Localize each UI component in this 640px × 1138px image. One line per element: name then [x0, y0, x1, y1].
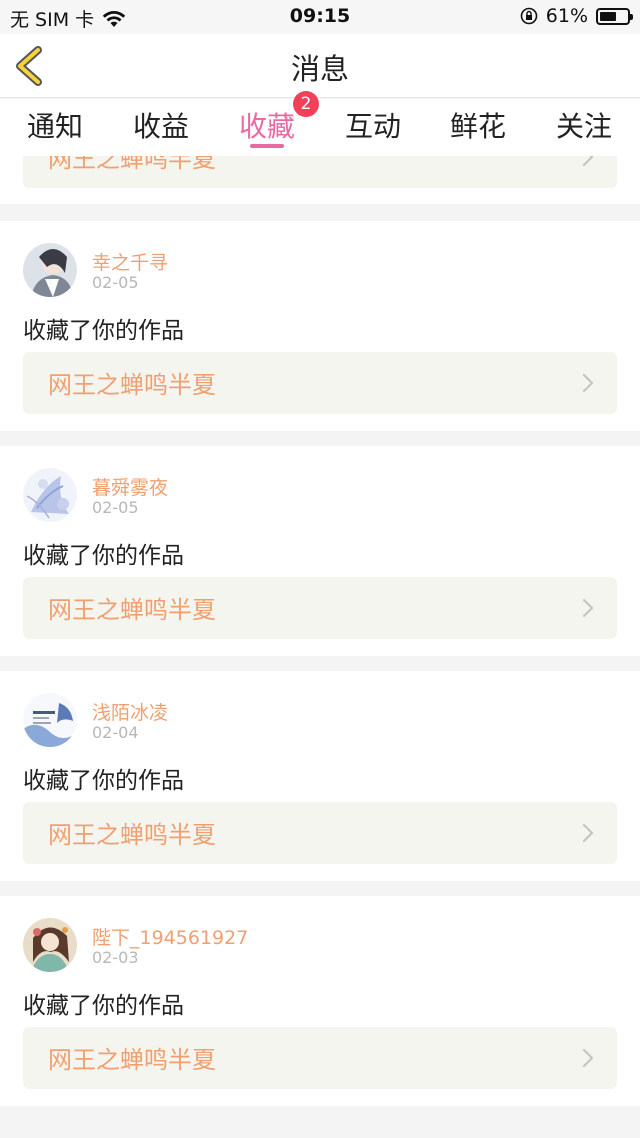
tab-badge: 2 — [293, 91, 319, 117]
chevron-right-icon — [582, 1048, 594, 1068]
battery-level — [600, 11, 616, 21]
list-item: 网王之蝉鸣半夏 — [0, 156, 640, 204]
username[interactable]: 陛下_194561927 — [92, 923, 248, 950]
avatar[interactable] — [23, 693, 77, 747]
chevron-right-icon — [582, 156, 594, 167]
work-title: 网王之蝉鸣半夏 — [48, 156, 216, 173]
username[interactable]: 幸之千寻 — [92, 248, 168, 275]
action-text: 收藏了你的作品 — [23, 993, 184, 1019]
action-text: 收藏了你的作品 — [23, 318, 184, 344]
tab-flowers[interactable]: 鲜花 — [438, 105, 518, 145]
date: 02-05 — [92, 273, 139, 292]
orientation-lock-icon — [520, 7, 538, 25]
tab-follows[interactable]: 关注 — [544, 105, 624, 145]
date: 02-04 — [92, 723, 139, 742]
avatar[interactable] — [23, 243, 77, 297]
work-link[interactable]: 网王之蝉鸣半夏 — [23, 577, 617, 639]
work-link[interactable]: 网王之蝉鸣半夏 — [23, 802, 617, 864]
date: 02-05 — [92, 498, 139, 517]
work-title: 网王之蝉鸣半夏 — [48, 596, 216, 624]
list-item: 陛下_194561927 02-03 收藏了你的作品 网王之蝉鸣半夏 — [0, 896, 640, 1106]
nav-bar: 消息 — [0, 34, 640, 98]
avatar[interactable] — [23, 918, 77, 972]
list-item: 浅陌冰凌 02-04 收藏了你的作品 网王之蝉鸣半夏 — [0, 671, 640, 881]
list-item: 幸之千寻 02-05 收藏了你的作品 网王之蝉鸣半夏 — [0, 221, 640, 431]
action-text: 收藏了你的作品 — [23, 543, 184, 569]
date: 02-03 — [92, 948, 139, 967]
action-text: 收藏了你的作品 — [23, 768, 184, 794]
tab-notifications[interactable]: 通知 — [15, 105, 95, 145]
battery-percent: 61% — [545, 5, 588, 27]
work-title: 网王之蝉鸣半夏 — [48, 1046, 216, 1074]
page-title: 消息 — [290, 52, 349, 86]
chevron-right-icon — [582, 598, 594, 618]
status-bar: 无 SIM 卡 09:15 61% — [0, 0, 640, 34]
active-tab-indicator — [250, 144, 284, 148]
list-item: 暮舜雾夜 02-05 收藏了你的作品 网王之蝉鸣半夏 — [0, 446, 640, 656]
tab-interactions[interactable]: 互动 — [333, 105, 413, 145]
work-link[interactable]: 网王之蝉鸣半夏 — [23, 1027, 617, 1089]
tab-earnings[interactable]: 收益 — [121, 105, 201, 145]
status-right: 61% — [520, 5, 633, 27]
work-title: 网王之蝉鸣半夏 — [48, 371, 216, 399]
work-link[interactable]: 网王之蝉鸣半夏 — [23, 352, 617, 414]
message-list[interactable]: 网王之蝉鸣半夏 幸之千寻 02-05 收藏了你的作品 网王之蝉鸣半夏 暮舜雾夜 … — [0, 156, 640, 1138]
username[interactable]: 浅陌冰凌 — [92, 698, 168, 725]
username[interactable]: 暮舜雾夜 — [92, 473, 168, 500]
chevron-right-icon — [582, 823, 594, 843]
avatar[interactable] — [23, 468, 77, 522]
work-title: 网王之蝉鸣半夏 — [48, 821, 216, 849]
chevron-right-icon — [582, 373, 594, 393]
battery-icon — [596, 7, 633, 25]
work-link[interactable]: 网王之蝉鸣半夏 — [23, 156, 617, 188]
tab-bar: 通知 收益 收藏 互动 鲜花 关注 — [0, 99, 640, 156]
